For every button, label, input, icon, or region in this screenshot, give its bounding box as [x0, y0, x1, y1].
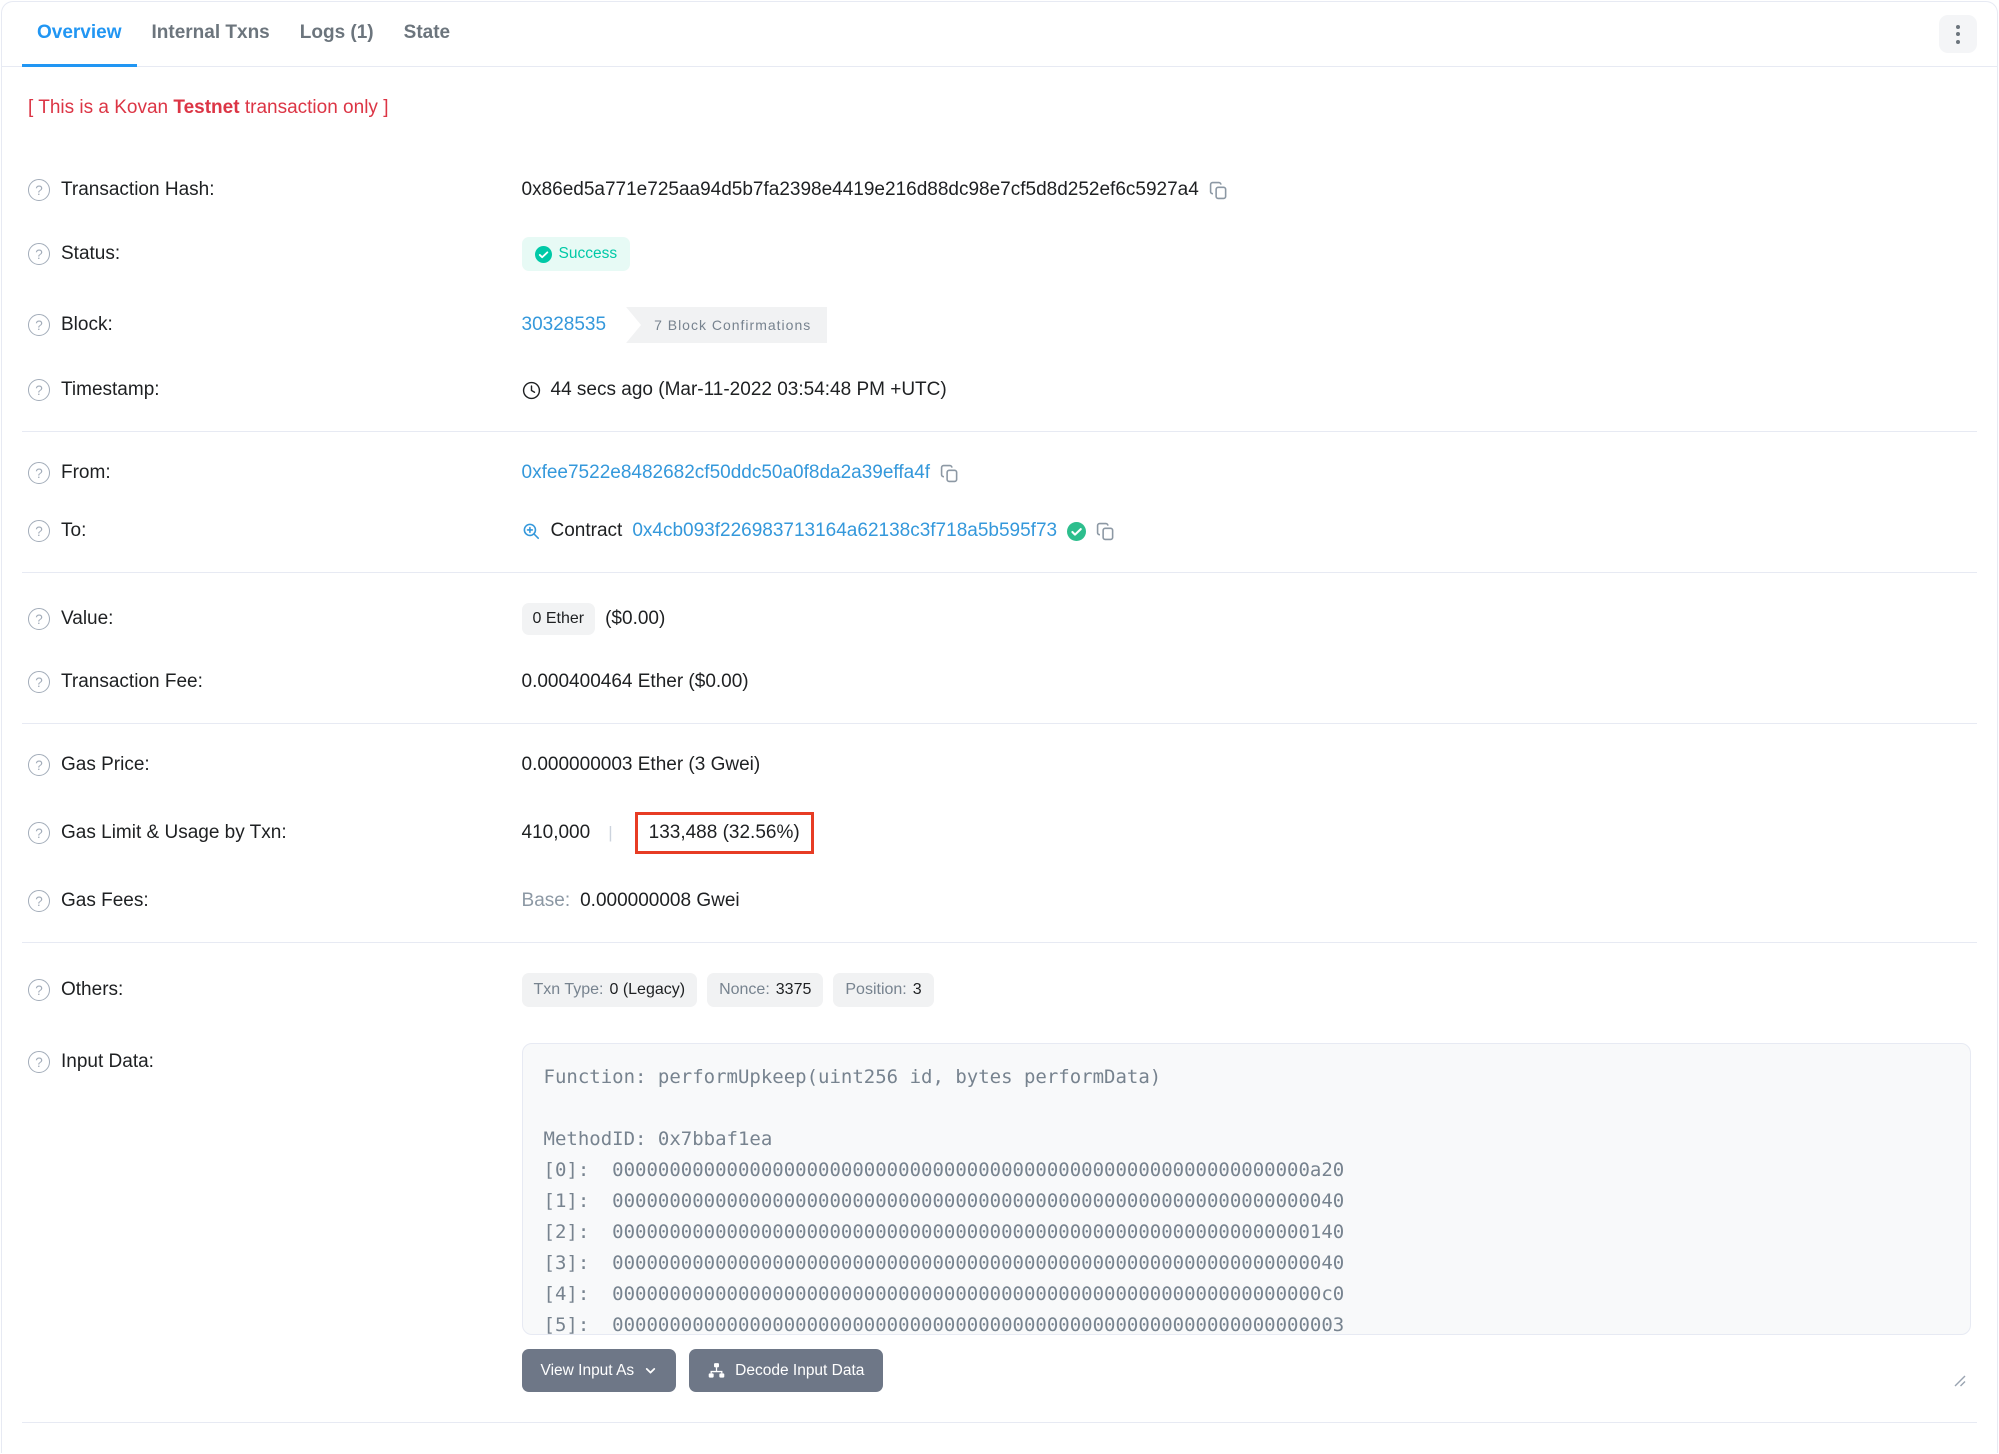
separator: | [608, 823, 613, 842]
verified-check-icon [1067, 521, 1087, 541]
row-to: ? To: Contract 0x4cb093f226983713164a6213… [28, 502, 1971, 560]
success-check-icon [534, 245, 552, 263]
row-label: Transaction Hash: [61, 179, 215, 200]
copy-icon [940, 464, 958, 482]
help-icon[interactable]: ? [28, 462, 50, 484]
highlight-box: 133,488 (32.56%) [634, 812, 814, 854]
usd-value: ($0.00) [605, 608, 666, 629]
kebab-menu-button[interactable] [1939, 15, 1977, 53]
divider [22, 572, 1977, 573]
row-input-data: ? Input Data: Function: performUpkeep(uin… [28, 1025, 1971, 1410]
transaction-hash-value: 0x86ed5a771e725aa94d5b7fa2398e4419e216d8… [521, 179, 1199, 200]
help-icon[interactable]: ? [28, 520, 50, 542]
timestamp-value: 44 secs ago (Mar-11-2022 03:54:48 PM +UT… [550, 379, 947, 400]
tab-overview[interactable]: Overview [22, 2, 137, 67]
kebab-icon [1956, 24, 1960, 29]
row-gas-fees: ? Gas Fees: Base: 0.000000008 Gwei [28, 872, 1971, 930]
decode-sitemap-icon [708, 1363, 725, 1378]
row-others: ? Others: Txn Type: 0 (Legacy) Nonce: 3375 … [28, 955, 1971, 1025]
help-icon[interactable]: ? [28, 314, 50, 336]
copy-hash-button[interactable] [1209, 181, 1228, 200]
testnet-notice: [ This is a Kovan Testnet transaction on… [28, 97, 389, 118]
help-icon[interactable]: ? [28, 1051, 50, 1073]
divider [22, 1422, 1977, 1423]
help-icon[interactable]: ? [28, 671, 50, 693]
gas-limit-value: 410,000 [521, 822, 591, 843]
status-badge: Success [521, 237, 631, 271]
tab-bar: Overview Internal Txns Logs (1) State [2, 2, 1997, 67]
gas-price-value: 0.000000003 Ether (3 Gwei) [521, 754, 761, 775]
help-icon[interactable]: ? [28, 379, 50, 401]
input-data-textarea[interactable]: Function: performUpkeep(uint256 id, byte… [521, 1043, 1971, 1335]
divider [22, 723, 1977, 724]
help-icon[interactable]: ? [28, 608, 50, 630]
view-input-as-button[interactable]: View Input As [521, 1349, 677, 1392]
overview-panel: [ This is a Kovan Testnet transaction on… [2, 67, 1997, 1453]
help-icon[interactable]: ? [28, 890, 50, 912]
nonce-badge: Nonce: 3375 [707, 973, 824, 1007]
help-icon[interactable]: ? [28, 979, 50, 1001]
transaction-overview-card: Overview Internal Txns Logs (1) State [ … [1, 1, 1998, 1453]
divider [22, 431, 1977, 432]
decode-input-data-button[interactable]: Decode Input Data [689, 1349, 884, 1392]
row-value: ? Value: 0 Ether ($0.00) [28, 585, 1971, 653]
contract-prefix: Contract [550, 520, 623, 541]
from-address-link[interactable]: 0xfee7522e8482682cf50ddc50a0f8da2a39effa… [522, 462, 931, 484]
ether-value-badge: 0 Ether [521, 603, 596, 635]
tab-internal-txns[interactable]: Internal Txns [137, 2, 285, 67]
txn-type-badge: Txn Type: 0 (Legacy) [521, 973, 698, 1007]
row-timestamp: ? Timestamp: 44 secs ago (Mar-11-2022 03:… [28, 361, 1971, 419]
row-gas-limit-usage: ? Gas Limit & Usage by Txn: 410,000 | 133… [28, 794, 1971, 872]
divider [22, 942, 1977, 943]
to-address-link[interactable]: 0x4cb093f226983713164a62138c3f718a5b595f… [632, 520, 1057, 542]
row-from: ? From: 0xfee7522e8482682cf50ddc50a0f8da2… [28, 444, 1971, 502]
row-gas-price: ? Gas Price: 0.000000003 Ether (3 Gwei) [28, 736, 1971, 794]
row-transaction-fee: ? Transaction Fee: 0.000400464 Ether ($0.… [28, 653, 1971, 711]
base-fee-label: Base: [521, 890, 571, 911]
help-icon[interactable]: ? [28, 754, 50, 776]
row-block: ? Block: 30328535 7 Block Confirmations [28, 289, 1971, 361]
help-icon[interactable]: ? [28, 179, 50, 201]
resize-grip[interactable] [1953, 1374, 1966, 1387]
tab-state[interactable]: State [389, 2, 465, 67]
copy-from-button[interactable] [940, 464, 959, 483]
copy-to-button[interactable] [1096, 522, 1115, 541]
position-badge: Position: 3 [833, 973, 934, 1007]
row-status: ? Status: Success [28, 219, 1971, 289]
help-icon[interactable]: ? [28, 243, 50, 265]
tab-logs[interactable]: Logs (1) [285, 2, 389, 67]
clock-icon [522, 381, 540, 399]
block-number-link[interactable]: 30328535 [522, 314, 607, 336]
block-confirmations-badge: 7 Block Confirmations [626, 307, 828, 343]
copy-icon [1096, 522, 1114, 540]
chevron-down-icon [645, 1368, 656, 1374]
zoom-in-contract-button[interactable] [522, 522, 541, 541]
transaction-fee-value: 0.000400464 Ether ($0.00) [521, 671, 749, 692]
row-transaction-hash: ? Transaction Hash: 0x86ed5a771e725aa94d… [28, 161, 1971, 219]
zoom-in-icon [523, 523, 539, 539]
base-fee-value: 0.000000008 Gwei [580, 890, 740, 911]
help-icon[interactable]: ? [28, 822, 50, 844]
gas-used-value: 133,488 (32.56%) [648, 822, 800, 843]
copy-icon [1209, 181, 1227, 199]
